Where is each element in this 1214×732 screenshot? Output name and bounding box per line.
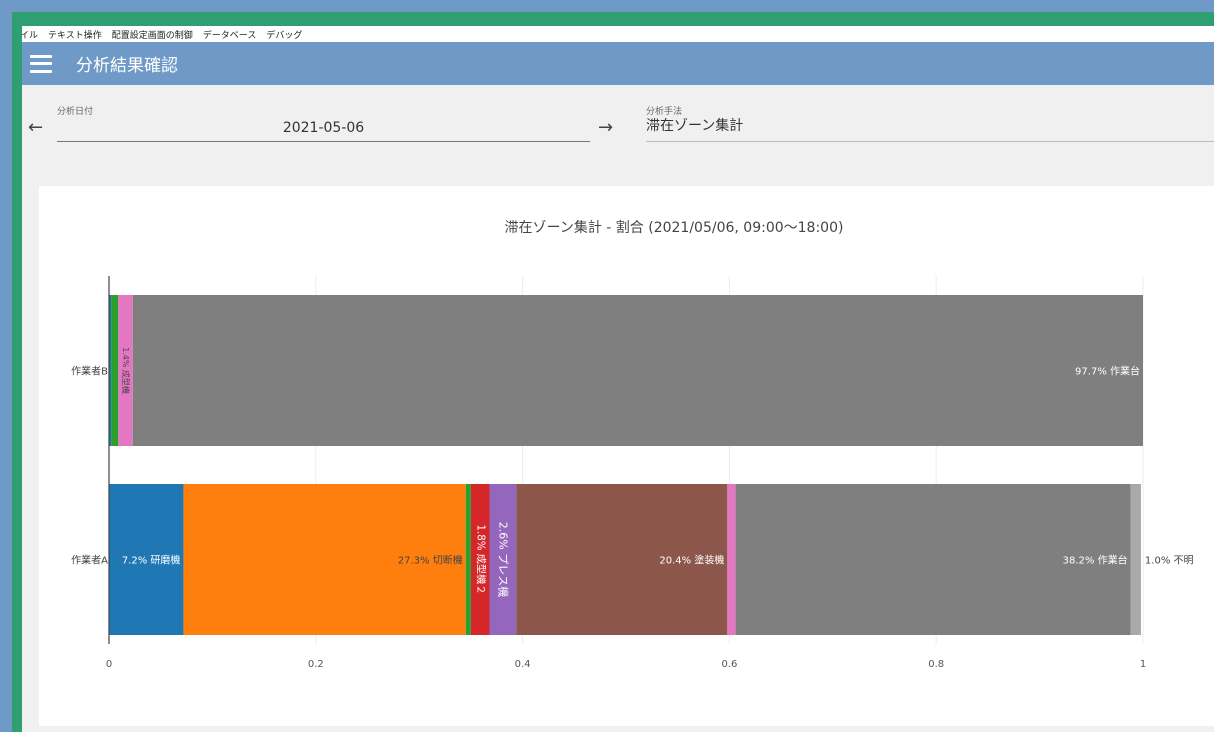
menu-layout-control[interactable]: 配置設定画面の制御 bbox=[112, 28, 193, 41]
menu-bar: ファイル テキスト操作 配置設定画面の制御 データベース デバッグ bbox=[22, 26, 1214, 42]
x-tick-label: 0.6 bbox=[721, 659, 737, 670]
date-field-label: 分析日付 bbox=[57, 107, 94, 117]
chart-card: 滞在ゾーン集計 - 割合 (2021/05/06, 09:00〜18:00) 7… bbox=[39, 186, 1214, 726]
chart-title: 滞在ゾーン集計 - 割合 (2021/05/06, 09:00〜18:00) bbox=[505, 219, 844, 236]
x-tick-label: 0.2 bbox=[308, 659, 324, 670]
bar-segment[interactable] bbox=[132, 295, 1144, 446]
arrow-left-icon[interactable]: ← bbox=[28, 117, 43, 138]
filter-controls: ← 分析日付 2021-05-06 → 分析手法 滞在ゾーン集計 bbox=[22, 85, 1214, 185]
menu-debug[interactable]: デバッグ bbox=[266, 28, 302, 41]
hamburger-menu-icon[interactable] bbox=[30, 54, 52, 73]
x-tick-label: 0.4 bbox=[515, 659, 531, 670]
app-bar: 分析結果確認 bbox=[22, 42, 1214, 85]
method-select[interactable]: 滞在ゾーン集計 bbox=[646, 115, 1214, 142]
bar-segment[interactable] bbox=[727, 484, 736, 635]
x-tick-label: 1 bbox=[1140, 659, 1146, 670]
bar-data-label: 20.4% 塗装機 bbox=[659, 554, 724, 567]
bar-data-label: 1.0% 不明 bbox=[1145, 555, 1194, 567]
page-title: 分析結果確認 bbox=[76, 56, 178, 76]
bar-segment[interactable] bbox=[111, 295, 119, 446]
app-window: ファイル テキスト操作 配置設定画面の制御 データベース デバッグ 分析結果確認… bbox=[22, 26, 1214, 732]
x-tick-label: 0 bbox=[106, 659, 112, 670]
bar-segment[interactable] bbox=[465, 484, 471, 635]
stacked-bar-chart: 滞在ゾーン集計 - 割合 (2021/05/06, 09:00〜18:00) 7… bbox=[71, 219, 1194, 670]
menu-text-ops[interactable]: テキスト操作 bbox=[48, 28, 102, 41]
bar-segment[interactable] bbox=[1130, 484, 1141, 635]
bar-data-label: 2.6% プレス機 bbox=[496, 522, 510, 597]
bar-data-label: 97.7% 作業台 bbox=[1075, 365, 1140, 378]
bar-data-label: 27.3% 切断機 bbox=[398, 554, 463, 567]
arrow-right-icon[interactable]: → bbox=[598, 117, 613, 138]
bar-data-label: 7.2% 研磨機 bbox=[122, 554, 181, 567]
y-category-label: 作業者A bbox=[71, 554, 108, 567]
bar-data-label: 1.8% 成型機２ bbox=[475, 524, 488, 594]
menu-file[interactable]: ファイル bbox=[22, 28, 38, 41]
y-category-label: 作業者B bbox=[71, 365, 108, 378]
bar-data-label: 38.2% 作業台 bbox=[1063, 554, 1128, 567]
x-tick-label: 0.8 bbox=[928, 659, 944, 670]
bar-data-label: 1.4% 成型機 bbox=[121, 347, 131, 394]
date-field[interactable]: 2021-05-06 bbox=[57, 117, 590, 142]
menu-database[interactable]: データベース bbox=[203, 28, 257, 41]
